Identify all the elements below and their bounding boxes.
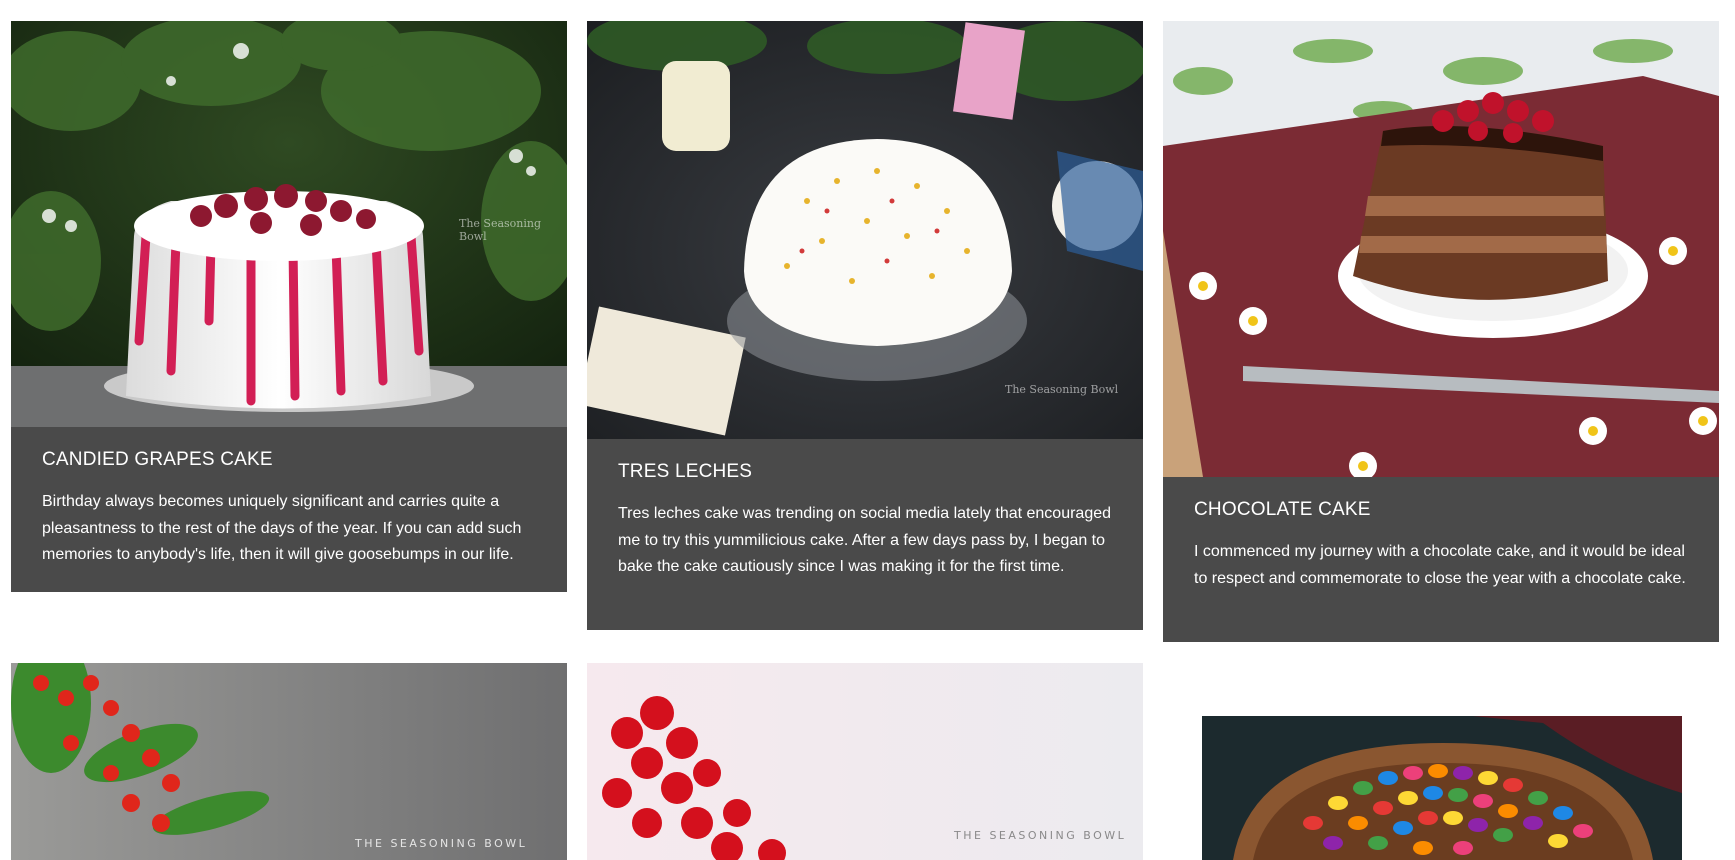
tres-leches-cake-photo[interactable]: The Seasoning Bowl <box>587 21 1143 439</box>
card-description: Tres leches cake was trending on social … <box>618 505 1112 575</box>
photo-watermark: The Seasoning Bowl <box>1005 383 1119 396</box>
card-title[interactable]: CHOCOLATE CAKE <box>1194 499 1688 521</box>
recipe-card-candied-grapes-cake[interactable]: The Seasoning Bowl CANDIED GRAPES CAKE B… <box>11 21 567 592</box>
recipe-card-6[interactable] <box>1163 663 1719 860</box>
photo-watermark: THE SEASONING BOWL <box>954 829 1127 842</box>
card-title[interactable]: TRES LECHES <box>618 461 1112 483</box>
recipe-card-4[interactable]: THE SEASONING BOWL <box>11 663 567 860</box>
red-flowers-cake-photo[interactable]: THE SEASONING BOWL <box>587 663 1143 860</box>
photo-watermark: THE SEASONING BOWL <box>355 837 528 850</box>
card-caption: CANDIED GRAPES CAKE Birthday always beco… <box>11 427 567 592</box>
card-caption: TRES LECHES Tres leches cake was trendin… <box>587 439 1143 630</box>
photo-watermark: The Seasoning Bowl <box>459 217 542 243</box>
recipe-card-tres-leches[interactable]: The Seasoning Bowl TRES LECHES Tres lech… <box>587 21 1143 630</box>
gems-candy-cake-photo[interactable] <box>1163 663 1719 860</box>
card-description: I commenced my journey with a chocolate … <box>1194 543 1686 587</box>
card-caption: CHOCOLATE CAKE I commenced my journey wi… <box>1163 477 1719 642</box>
chocolate-cake-photo[interactable] <box>1163 21 1719 477</box>
recipe-card-5[interactable]: THE SEASONING BOWL <box>587 663 1143 860</box>
red-berries-cake-photo[interactable]: THE SEASONING BOWL <box>11 663 567 860</box>
recipe-card-chocolate-cake[interactable]: CHOCOLATE CAKE I commenced my journey wi… <box>1163 21 1719 642</box>
candied-grapes-cake-photo[interactable]: The Seasoning Bowl <box>11 21 567 427</box>
card-title[interactable]: CANDIED GRAPES CAKE <box>42 449 536 471</box>
card-description: Birthday always becomes uniquely signifi… <box>42 493 522 563</box>
